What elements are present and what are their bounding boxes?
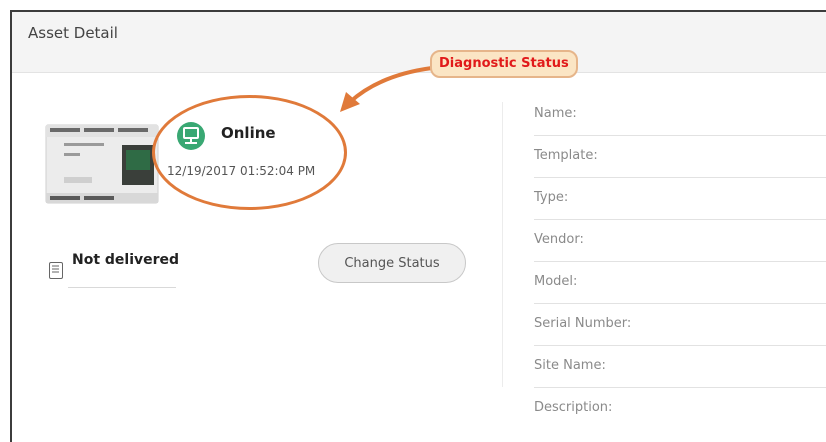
field-row-site-name: Site Name: xyxy=(534,346,826,388)
field-row-name: Name: xyxy=(534,94,826,136)
device-image xyxy=(45,124,159,204)
field-label: Site Name: xyxy=(534,358,606,373)
asset-fields: Name: Template: Type: Vendor: Model: Ser… xyxy=(534,94,826,430)
field-label: Type: xyxy=(534,190,569,205)
field-label: Model: xyxy=(534,274,578,289)
field-row-template: Template: xyxy=(534,136,826,178)
field-row-vendor: Vendor: xyxy=(534,220,826,262)
status-text: Online xyxy=(221,124,276,142)
annotation-ellipse xyxy=(152,95,347,210)
vertical-divider xyxy=(502,102,503,387)
network-device-icon xyxy=(177,122,205,150)
change-status-button[interactable]: Change Status xyxy=(318,243,466,283)
field-row-model: Model: xyxy=(534,262,826,304)
document-list-icon xyxy=(49,262,63,279)
delivery-status-text: Not delivered xyxy=(72,252,180,268)
delivery-underline xyxy=(68,287,176,288)
field-row-serial-number: Serial Number: xyxy=(534,304,826,346)
field-label: Description: xyxy=(534,400,613,415)
annotation-arrow-icon xyxy=(340,66,433,112)
page-title: Asset Detail xyxy=(28,24,118,42)
annotation-label: Diagnostic Status xyxy=(430,50,578,78)
asset-detail-panel: Asset Detail Online 12/19/2017 01:52:04 … xyxy=(10,10,826,442)
status-timestamp: 12/19/2017 01:52:04 PM xyxy=(167,164,316,178)
field-row-type: Type: xyxy=(534,178,826,220)
field-label: Name: xyxy=(534,106,577,121)
field-label: Vendor: xyxy=(534,232,584,247)
field-row-description: Description: xyxy=(534,388,826,430)
field-label: Template: xyxy=(534,148,598,163)
field-label: Serial Number: xyxy=(534,316,632,331)
